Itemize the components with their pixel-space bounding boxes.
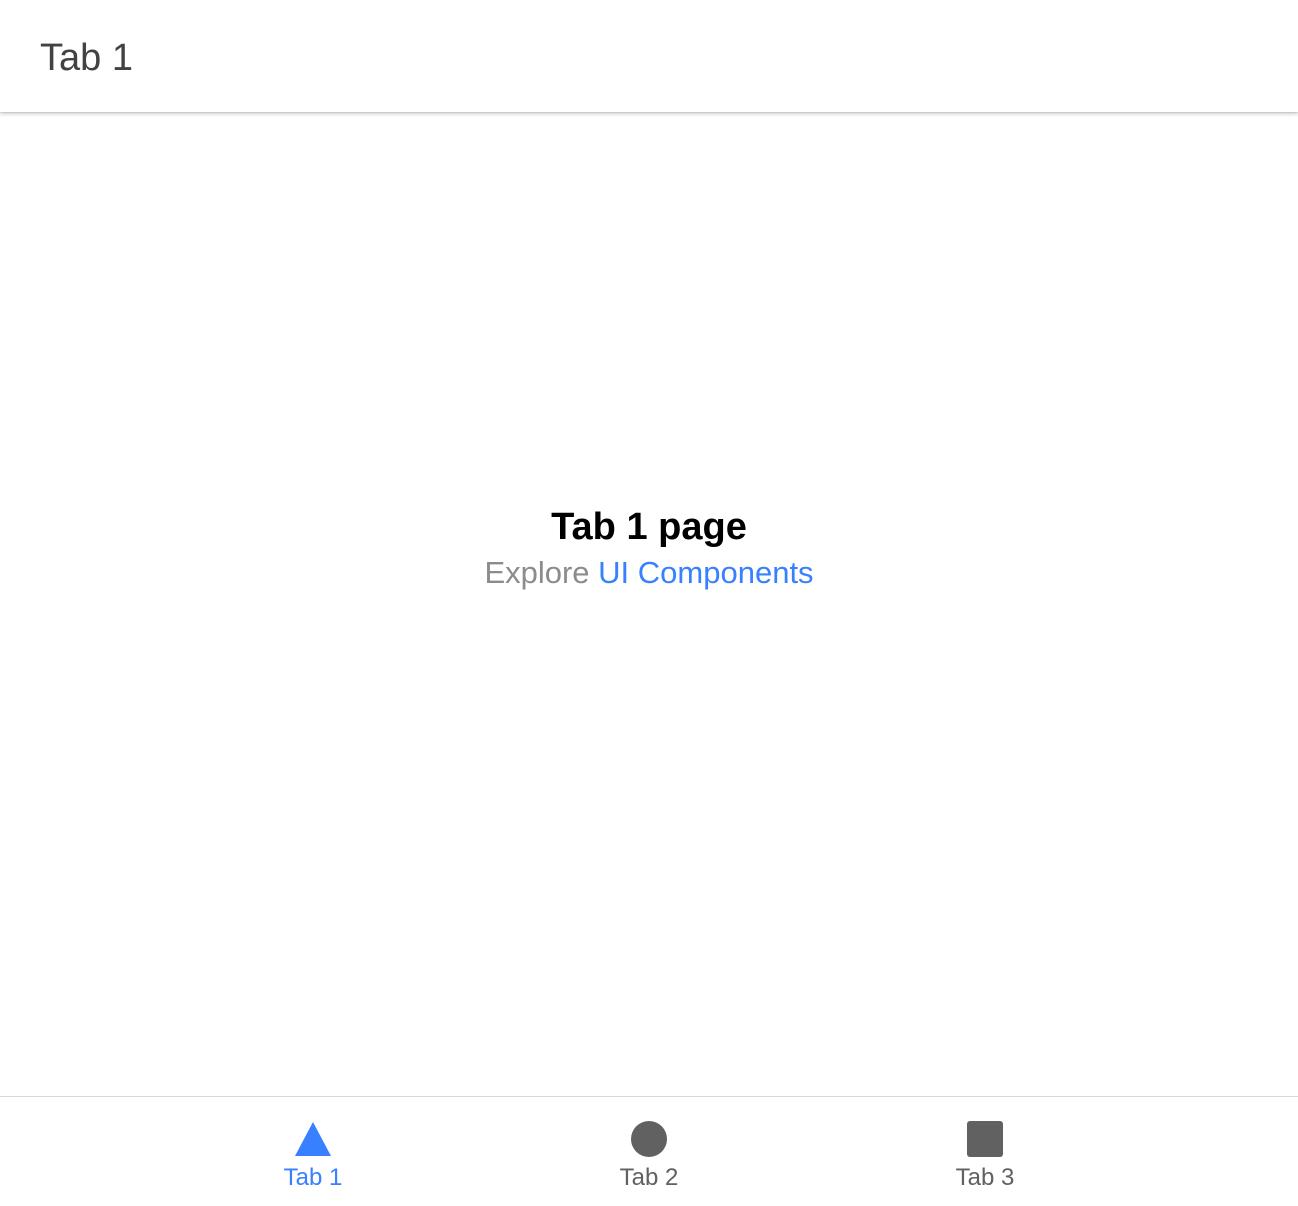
explore-prefix: Explore [484,555,590,590]
ui-components-link[interactable]: UI Components [598,555,813,590]
app-root: Tab 1 Tab 1 page Explore UI Components T… [0,0,1298,1206]
tab-2[interactable]: Tab 2 [549,1097,749,1206]
explore-text: Explore UI Components [0,553,1298,593]
tab-1[interactable]: Tab 1 [213,1097,413,1206]
tab-2-label: Tab 2 [619,1164,679,1191]
tab-bar: Tab 1 Tab 2 Tab 3 [0,1096,1298,1206]
triangle-icon [295,1122,331,1156]
page-title: Tab 1 [40,37,133,79]
explore-container: Tab 1 page Explore UI Components [0,501,1298,593]
tab-3[interactable]: Tab 3 [885,1097,1085,1206]
tab-3-label: Tab 3 [955,1164,1015,1191]
page-heading: Tab 1 page [551,506,747,548]
header-toolbar: Tab 1 [0,0,1298,112]
tab-1-label: Tab 1 [283,1164,343,1191]
ellipse-icon [631,1121,667,1157]
main-content[interactable]: Tab 1 page Explore UI Components [0,113,1298,1096]
square-icon [967,1121,1003,1157]
